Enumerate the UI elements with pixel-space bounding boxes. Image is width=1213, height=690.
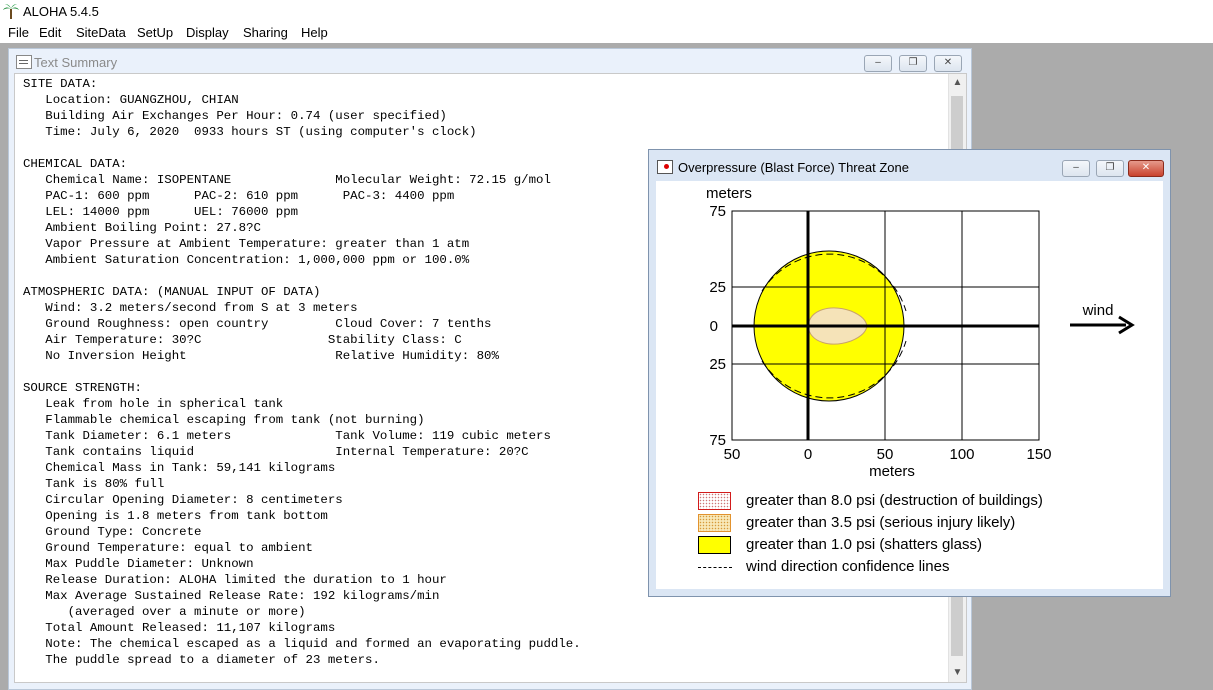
tz-minimize-button[interactable]: – [1062,160,1090,177]
threat-zone-plot: meters 75 25 0 25 75 50 0 50 100 150 met… [706,185,1135,480]
orange-dotted-swatch [698,514,731,532]
legend-label: greater than 1.0 psi (shatters glass) [746,536,982,553]
y-tick-label: 0 [710,318,718,335]
threat-zone-window: Overpressure (Blast Force) Threat Zone –… [648,149,1171,597]
y-tick-label: 25 [709,279,726,296]
wind-label: wind [1082,302,1114,319]
menu-file[interactable]: File [8,25,29,40]
y-tick-label: 75 [709,203,726,220]
scroll-up-icon[interactable]: ▲ [952,78,963,88]
scroll-down-icon[interactable]: ▼ [952,668,963,678]
x-tick-label: 100 [949,446,974,463]
x-tick-label: 50 [877,446,894,463]
x-tick-label: 150 [1026,446,1051,463]
x-axis-label: meters [869,463,915,480]
palm-tree-app-icon [3,4,19,19]
menu-bar: File Edit SiteData SetUp Display Sharing… [0,22,1213,44]
red-dotted-swatch [698,492,731,510]
legend-label: wind direction confidence lines [746,558,950,575]
menu-setup[interactable]: SetUp [137,25,173,40]
close-button[interactable]: ✕ [934,55,962,72]
threat-zone-icon [657,160,673,174]
menu-help[interactable]: Help [301,25,328,40]
y-tick-label: 25 [709,356,726,373]
summary-text: SITE DATA: Location: GUANGZHOU, CHIAN Bu… [23,77,581,667]
app-title: ALOHA 5.4.5 [23,4,99,19]
yellow-swatch [698,536,731,554]
tz-restore-button[interactable]: ❐ [1096,160,1124,177]
dashed-line-swatch [698,567,732,568]
text-summary-title: Text Summary [34,55,118,70]
x-tick-label: 50 [724,446,741,463]
menu-sharing[interactable]: Sharing [243,25,288,40]
threat-zone-title: Overpressure (Blast Force) Threat Zone [678,160,909,175]
legend-label: greater than 3.5 psi (serious injury lik… [746,514,1016,531]
tz-close-button[interactable]: ✕ [1128,160,1164,177]
x-tick-label: 0 [804,446,812,463]
threat-zone-plot-area: meters 75 25 0 25 75 50 0 50 100 150 met… [656,181,1163,589]
menu-edit[interactable]: Edit [39,25,61,40]
document-icon [16,55,32,69]
app-titlebar: ALOHA 5.4.5 [0,0,1213,22]
minimize-button[interactable]: – [864,55,892,72]
y-axis-label: meters [706,185,752,202]
menu-sitedata[interactable]: SiteData [76,25,126,40]
menu-display[interactable]: Display [186,25,229,40]
restore-button[interactable]: ❐ [899,55,927,72]
legend-label: greater than 8.0 psi (destruction of bui… [746,492,1043,509]
